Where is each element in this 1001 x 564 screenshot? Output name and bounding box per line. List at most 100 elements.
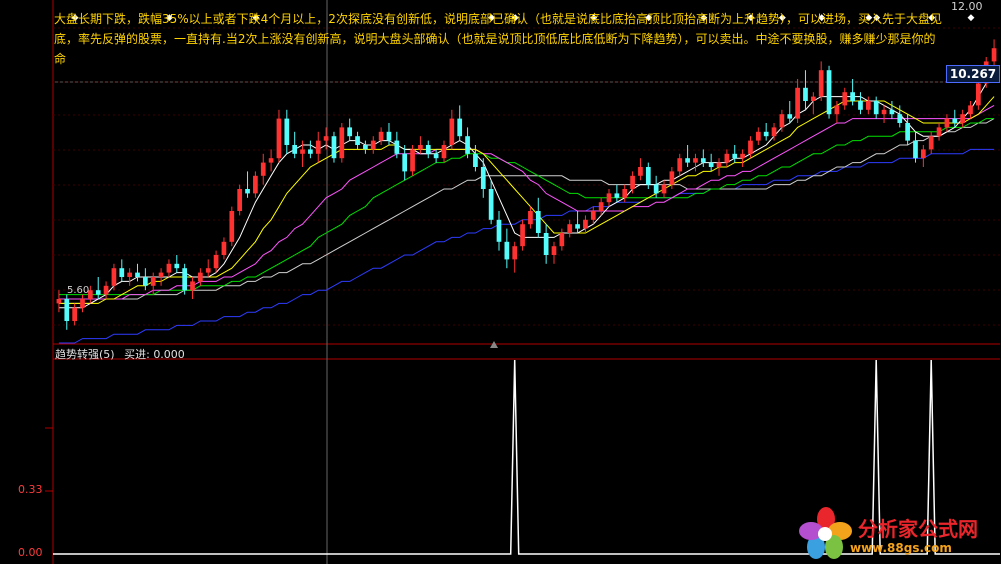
candle — [127, 268, 133, 286]
candle — [276, 109, 282, 163]
candle — [826, 65, 832, 119]
candle-body — [253, 175, 258, 194]
candle-body — [292, 145, 298, 154]
candle-body — [528, 211, 533, 225]
candle-body — [190, 281, 195, 291]
candle — [881, 105, 887, 123]
candle-body — [80, 299, 85, 308]
candle-body — [64, 299, 70, 321]
candle — [488, 180, 494, 225]
candle-body — [716, 162, 722, 167]
min-price-label: 5.60 — [67, 285, 90, 296]
candle-body — [795, 87, 800, 119]
candle — [433, 149, 439, 163]
candle-body — [143, 277, 148, 286]
candle-body — [622, 189, 628, 198]
candle-body — [685, 158, 690, 163]
candle-body — [779, 114, 785, 128]
candle-body — [260, 162, 266, 176]
candle — [410, 145, 415, 176]
candle — [158, 268, 164, 286]
candle — [378, 127, 384, 145]
candle — [331, 131, 337, 163]
axis-tick-033: 0.33 — [18, 483, 43, 496]
candle-body — [284, 118, 290, 145]
candle-body — [95, 290, 101, 295]
candle — [103, 281, 109, 299]
candle-body — [598, 202, 604, 211]
candle-body — [693, 158, 698, 163]
candle-body — [614, 193, 620, 198]
candle-body — [873, 101, 879, 115]
candle-body — [763, 131, 769, 137]
candle — [166, 259, 172, 277]
candle-body — [441, 145, 447, 159]
candle — [221, 237, 227, 260]
candle — [858, 92, 863, 115]
candle-body — [590, 211, 596, 220]
candle — [700, 149, 706, 167]
candle-body — [323, 136, 329, 141]
candle — [308, 140, 313, 159]
candle-body — [881, 109, 887, 115]
candle-body — [174, 263, 180, 269]
candle-body — [402, 153, 408, 172]
candle-body — [418, 145, 423, 150]
candle — [583, 215, 588, 233]
buy-label: 买进: — [124, 348, 150, 361]
candle — [268, 149, 274, 172]
candle — [944, 114, 950, 132]
candle-body — [56, 299, 62, 304]
candle — [465, 127, 470, 159]
candle-body — [818, 70, 824, 97]
candle-body — [669, 171, 675, 185]
buy-value: 0.000 — [153, 348, 185, 361]
ma30-line — [58, 118, 995, 296]
candle-body — [810, 96, 816, 101]
candle-body — [268, 158, 274, 163]
candle — [598, 197, 604, 216]
flower-logo-icon — [799, 507, 852, 559]
candle — [968, 101, 973, 119]
candle-body — [638, 167, 643, 176]
candle-body — [370, 140, 376, 150]
candle — [567, 219, 573, 238]
candle-body — [952, 118, 958, 123]
candle-body — [960, 114, 965, 123]
candle-body — [158, 272, 164, 277]
candle-body — [213, 255, 219, 269]
candle — [182, 263, 188, 295]
candle-body — [127, 272, 133, 277]
candle — [960, 109, 965, 128]
candle-body — [72, 307, 78, 321]
candle-body — [771, 127, 777, 137]
candle-body — [308, 149, 313, 154]
candle-body — [677, 158, 683, 172]
candle — [174, 255, 180, 273]
ma10-line — [58, 96, 995, 304]
candle-body — [480, 167, 486, 189]
candle — [292, 131, 298, 159]
candle — [213, 250, 219, 273]
candle-body — [457, 118, 463, 137]
candle-body — [237, 189, 243, 211]
candle-body — [748, 140, 753, 154]
candle — [551, 241, 557, 264]
candle-body — [504, 241, 510, 260]
candle — [441, 140, 447, 163]
candle — [716, 158, 722, 176]
candle-body — [897, 114, 903, 123]
candle-body — [205, 268, 211, 273]
candle-body — [410, 149, 415, 172]
candle — [528, 206, 533, 229]
candle-body — [331, 136, 337, 159]
candle-body — [630, 175, 635, 189]
candle-body — [135, 272, 140, 277]
candle-body — [276, 118, 282, 159]
candle — [504, 228, 510, 269]
candle-body — [465, 136, 470, 154]
candle — [685, 145, 690, 167]
candle — [936, 123, 942, 141]
candle-body — [928, 136, 934, 150]
candle-body — [787, 114, 793, 119]
